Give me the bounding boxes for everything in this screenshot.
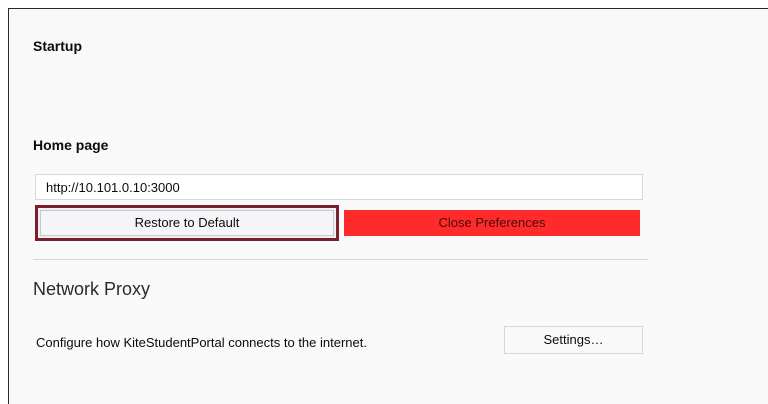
network-proxy-section-title: Network Proxy [33,279,151,299]
network-proxy-description: Configure how KiteStudentPortal connects… [36,335,367,350]
home-page-section-title: Home page [33,137,109,153]
home-page-url-input[interactable] [35,174,643,200]
restore-to-default-button[interactable]: Restore to Default [35,205,339,241]
close-preferences-button[interactable]: Close Preferences [344,210,640,236]
preferences-panel: Startup Home page Restore to Default Clo… [8,8,768,404]
section-divider [33,259,648,260]
startup-section-title: Startup [33,38,82,54]
proxy-settings-button[interactable]: Settings… [504,326,643,354]
restore-to-default-label: Restore to Default [40,210,334,236]
